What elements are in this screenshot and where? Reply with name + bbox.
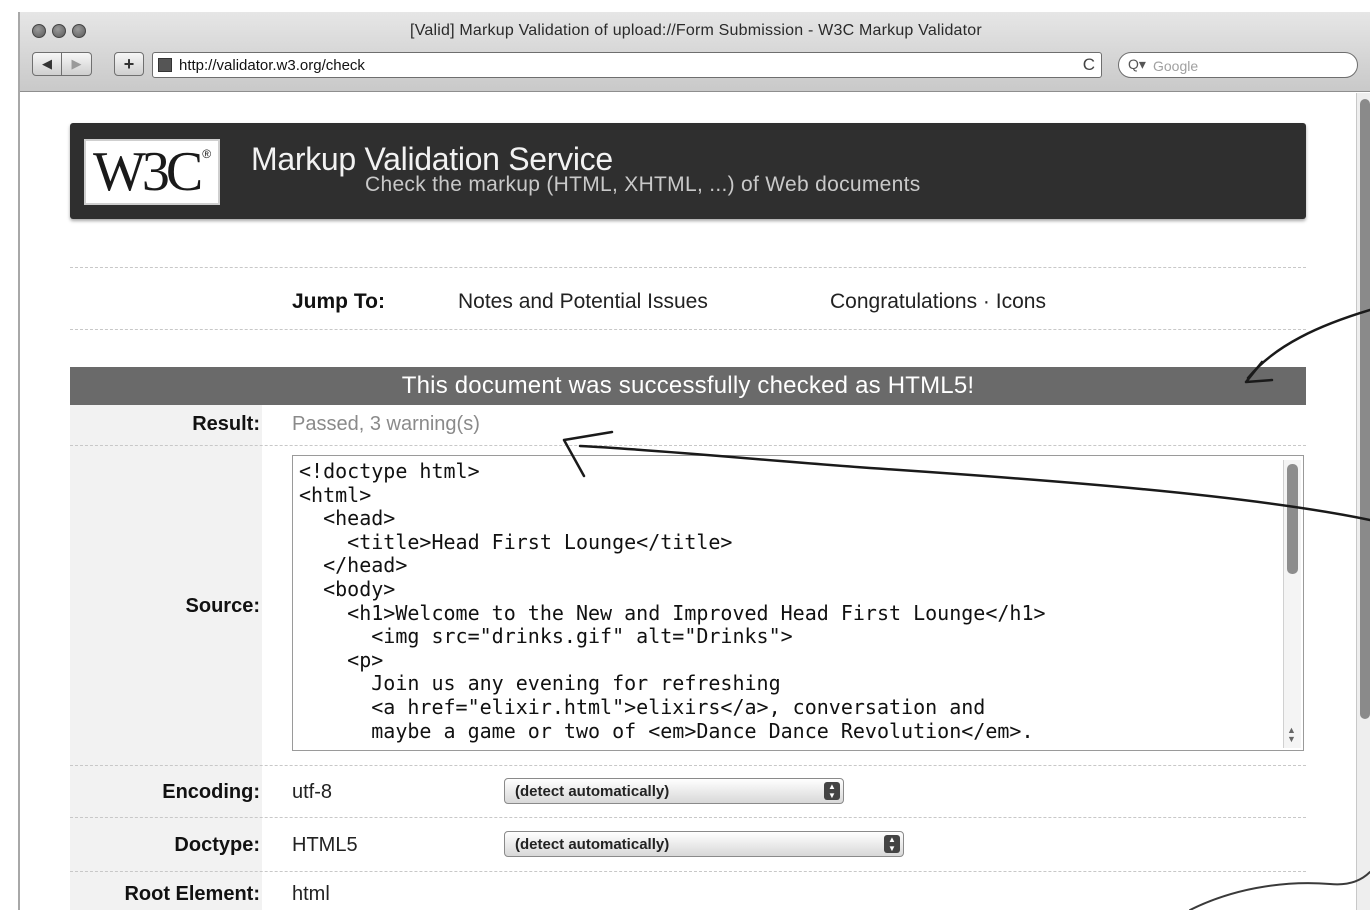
divider xyxy=(70,329,1306,330)
select-arrows-icon[interactable]: ▲ ▼ xyxy=(884,835,900,853)
page-scrollbar[interactable] xyxy=(1356,93,1370,910)
window-title: [Valid] Markup Validation of upload://Fo… xyxy=(410,22,982,39)
divider xyxy=(70,445,1306,446)
source-scrollbar[interactable]: ▲ ▼ xyxy=(1283,460,1301,748)
encoding-label: Encoding: xyxy=(162,781,260,803)
jump-to-label: Jump To: xyxy=(292,290,385,313)
doctype-label: Doctype: xyxy=(174,834,260,856)
add-bookmark-button[interactable]: + xyxy=(114,52,144,76)
congratulations-icons-link[interactable]: Congratulations · Icons xyxy=(830,290,1046,314)
status-message: This document was successfully checked a… xyxy=(401,372,975,399)
divider xyxy=(70,817,1306,818)
address-bar[interactable]: http://validator.w3.org/check C xyxy=(152,52,1102,78)
select-arrows-icon[interactable]: ▲ ▼ xyxy=(824,782,840,800)
notes-and-issues-link[interactable]: Notes and Potential Issues xyxy=(458,290,708,314)
doctype-value: HTML5 xyxy=(292,834,358,856)
root-element-value: html xyxy=(292,883,330,905)
encoding-select-value[interactable]: (detect automatically) xyxy=(515,783,669,800)
search-field[interactable]: Q▾ Google xyxy=(1118,52,1358,78)
status-banner: This document was successfully checked a… xyxy=(70,367,1306,405)
root-element-label: Root Element: xyxy=(124,883,260,905)
divider xyxy=(70,267,1306,268)
search-icon[interactable]: Q▾ xyxy=(1128,56,1146,73)
w3c-logo-text: W3C xyxy=(92,141,203,203)
registered-mark: ® xyxy=(202,147,212,161)
browser-window: [Valid] Markup Validation of upload://Fo… xyxy=(18,12,1370,910)
validator-banner: W3C ® Markup Validation Service Check th… xyxy=(70,123,1306,219)
navigation-buttons: ◀ ▶ xyxy=(32,52,92,76)
scroll-thumb[interactable] xyxy=(1287,464,1298,574)
scroll-arrows-icon[interactable]: ▲ ▼ xyxy=(1287,726,1296,744)
doctype-select-value[interactable]: (detect automatically) xyxy=(515,836,669,853)
w3c-logo[interactable]: W3C ® xyxy=(84,139,220,205)
page-scroll-thumb[interactable] xyxy=(1360,99,1370,719)
divider xyxy=(70,765,1306,766)
encoding-value: utf-8 xyxy=(292,781,333,803)
doctype-select[interactable]: (detect automatically) ▲ ▼ xyxy=(504,831,904,857)
screenshot: [Valid] Markup Validation of upload://Fo… xyxy=(0,0,1370,910)
favicon-icon xyxy=(158,58,172,72)
encoding-select[interactable]: (detect automatically) ▲ ▼ xyxy=(504,778,844,804)
page-subtitle: Check the markup (HTML, XHTML, ...) of W… xyxy=(365,173,921,196)
source-label: Source: xyxy=(185,595,260,617)
browser-toolbar: [Valid] Markup Validation of upload://Fo… xyxy=(20,12,1370,92)
search-placeholder[interactable]: Google xyxy=(1153,58,1198,74)
reload-icon[interactable]: C xyxy=(1083,55,1095,75)
source-code[interactable]: <!doctype html> <html> <head> <title>Hea… xyxy=(299,459,1046,743)
divider xyxy=(70,871,1306,872)
result-value: Passed, 3 warning(s) xyxy=(292,413,480,435)
source-code-box[interactable]: <!doctype html> <html> <head> <title>Hea… xyxy=(292,455,1304,751)
url-text[interactable]: http://validator.w3.org/check xyxy=(179,57,365,74)
forward-button[interactable]: ▶ xyxy=(62,52,92,76)
back-button[interactable]: ◀ xyxy=(32,52,62,76)
result-label: Result: xyxy=(192,413,260,435)
page-content: W3C ® Markup Validation Service Check th… xyxy=(20,93,1356,910)
